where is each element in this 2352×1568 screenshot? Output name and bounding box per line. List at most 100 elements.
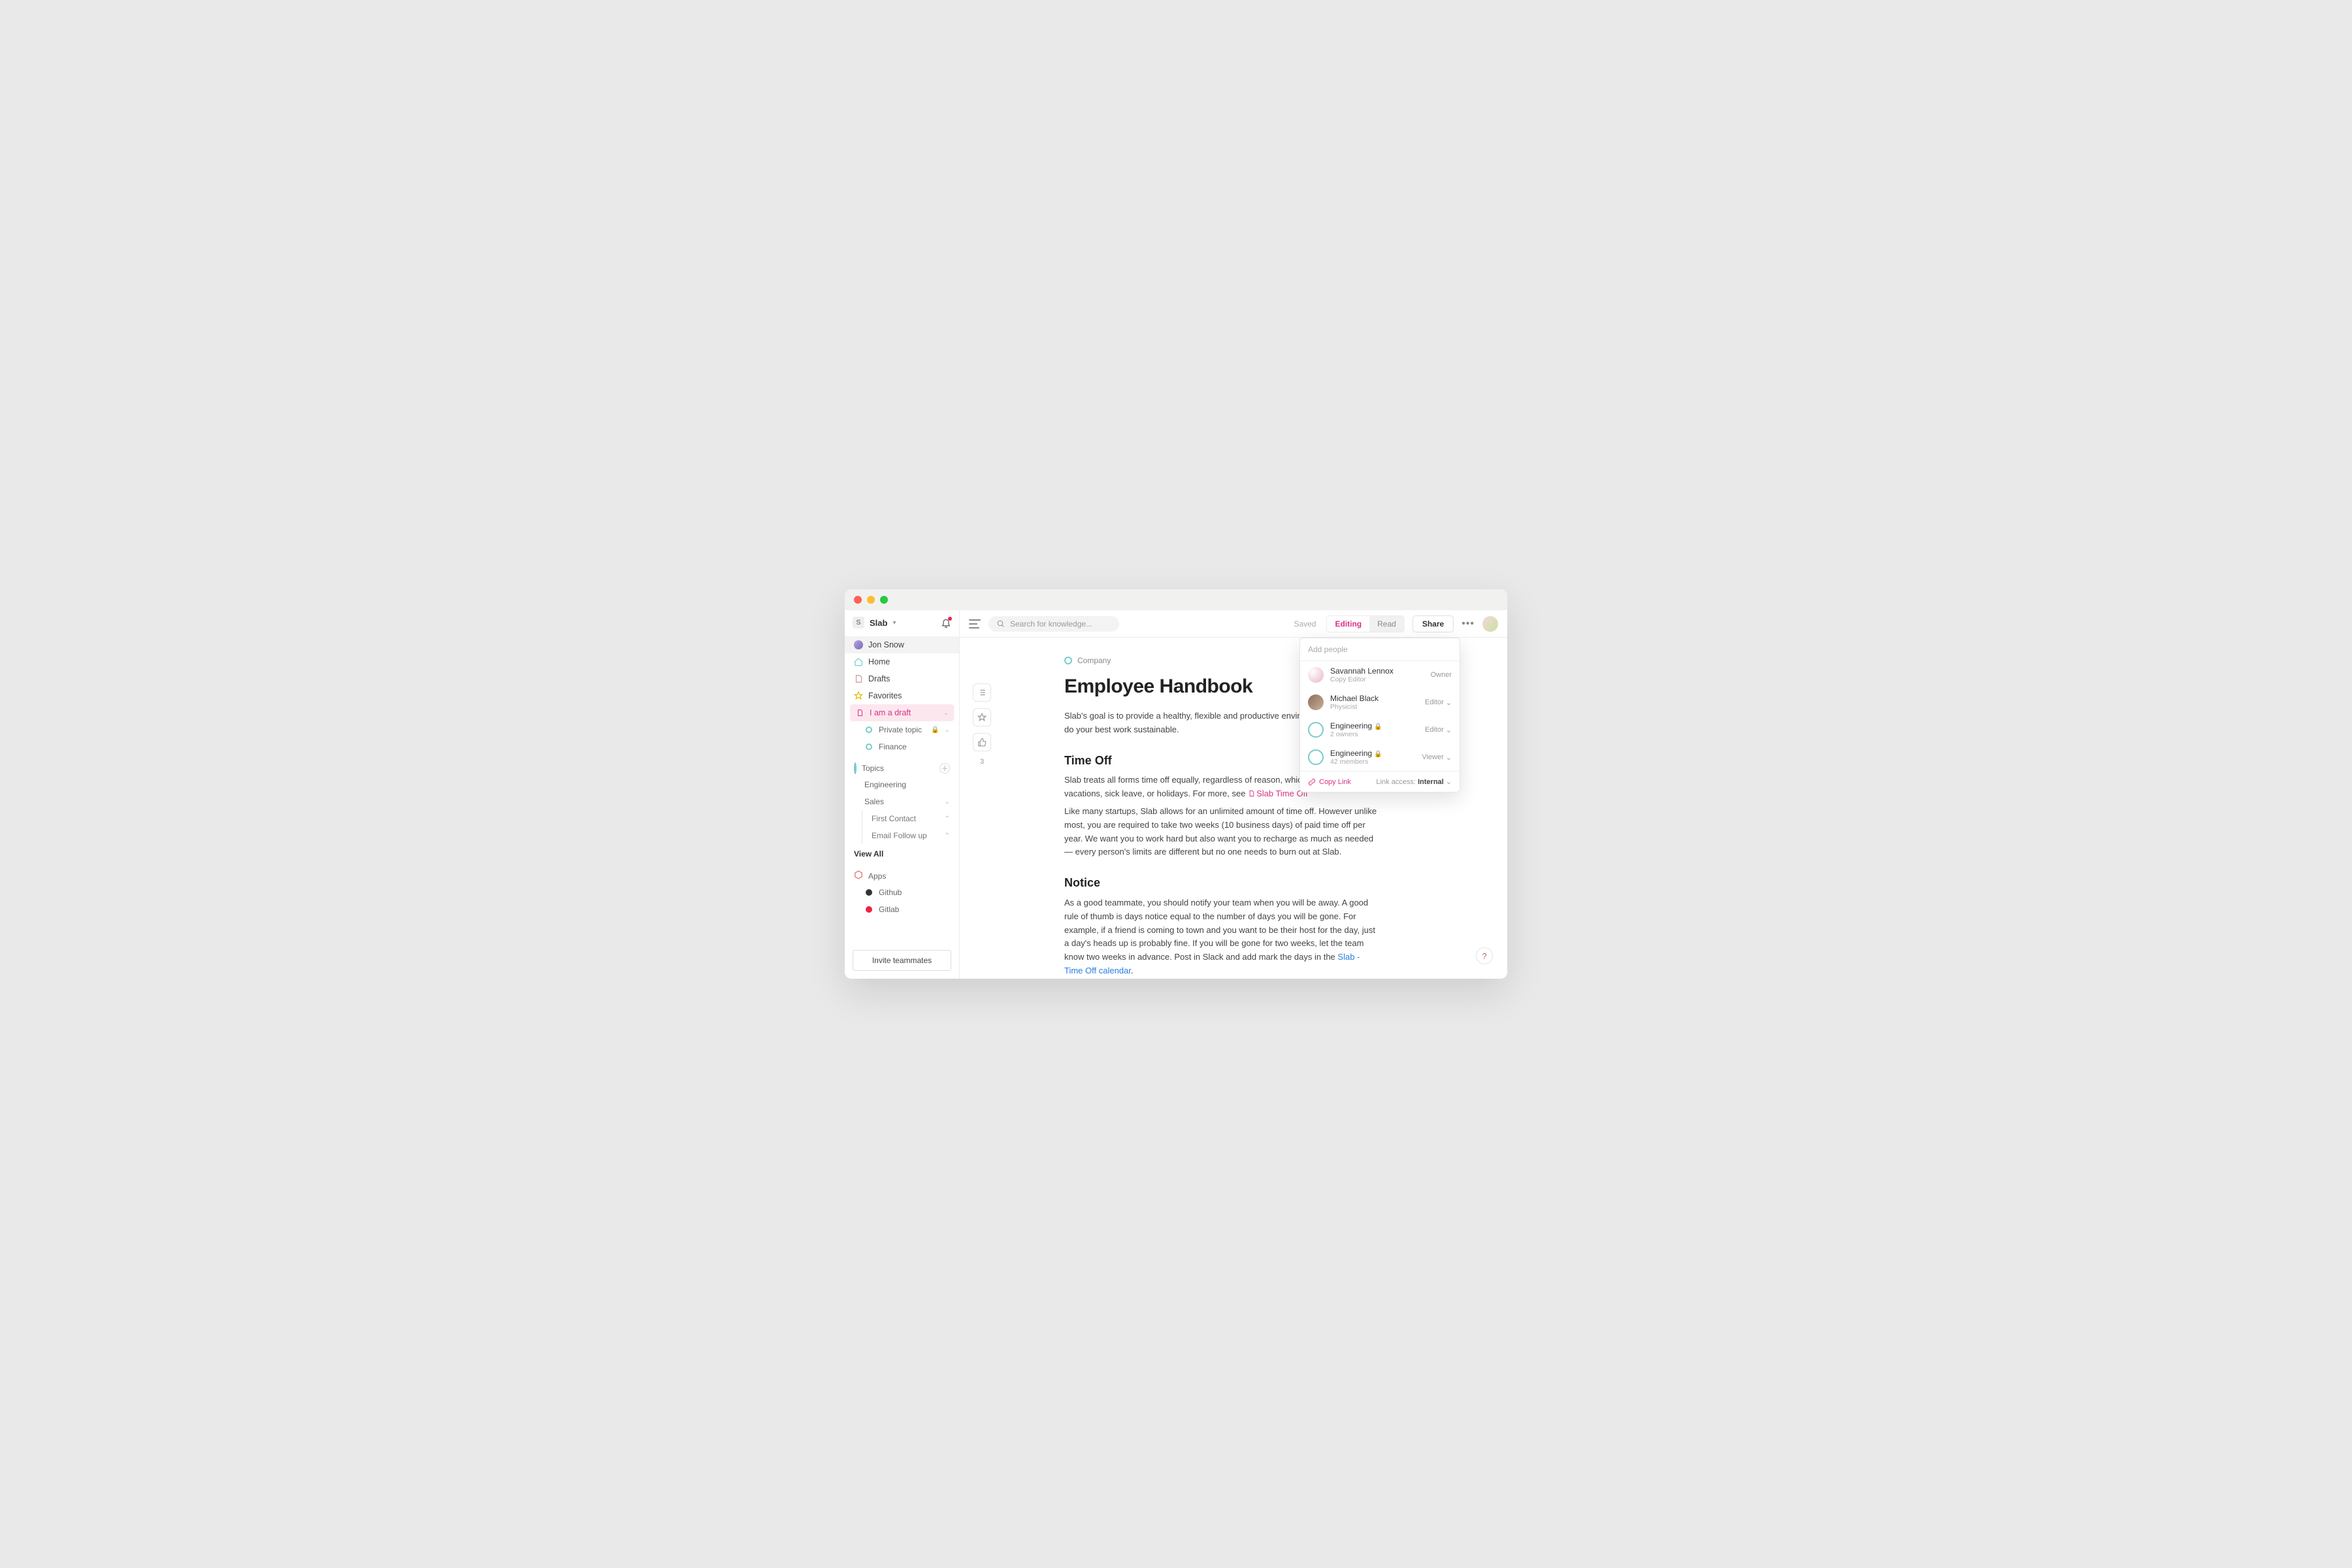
chevron-down-icon[interactable]: ⌄	[945, 727, 950, 734]
sidebar-heading-topics: Topics ＋	[845, 757, 959, 776]
sidebar-app-gitlab[interactable]: Gitlab	[845, 901, 959, 918]
avatar-icon	[1308, 694, 1324, 710]
share-row-person[interactable]: Savannah Lennox Copy Editor Owner	[1300, 661, 1460, 689]
like-button[interactable]	[973, 733, 991, 751]
share-role-dropdown[interactable]: Editor⌄	[1425, 726, 1452, 734]
sidebar-app-github[interactable]: Github	[845, 884, 959, 901]
chevron-down-icon[interactable]: ⌄	[945, 798, 950, 806]
home-icon	[854, 657, 863, 666]
add-topic-button[interactable]: ＋	[939, 763, 950, 774]
document-icon	[855, 708, 864, 717]
sidebar-item-home[interactable]: Home	[845, 653, 959, 670]
window-zoom-button[interactable]	[880, 596, 888, 604]
link-access-label: Link access:	[1376, 778, 1416, 786]
chevron-down-icon: ▾	[892, 619, 896, 627]
help-button[interactable]: ?	[1476, 947, 1493, 964]
workspace-name: Slab	[870, 618, 887, 628]
share-row-name: Engineering🔒	[1330, 749, 1415, 758]
document-icon	[1248, 790, 1255, 797]
window-minimize-button[interactable]	[867, 596, 875, 604]
invite-teammates-button[interactable]: Invite teammates	[853, 950, 951, 971]
heading-notice[interactable]: Notice	[1064, 874, 1378, 892]
share-role-dropdown[interactable]: Viewer⌄	[1422, 753, 1452, 762]
topic-ring-icon	[864, 742, 874, 751]
sidebar-topic-email-followup[interactable]: Email Follow up ⌃	[862, 827, 959, 844]
chevron-up-icon[interactable]: ⌃	[945, 832, 950, 840]
inline-doc-link[interactable]: Slab Time Off	[1248, 789, 1308, 798]
chevron-down-icon: ⌄	[1446, 778, 1452, 786]
github-icon	[864, 888, 874, 897]
current-user-avatar[interactable]	[1482, 616, 1498, 632]
add-people-input[interactable]: Add people	[1300, 638, 1460, 661]
favorite-button[interactable]	[973, 708, 991, 727]
chevron-down-icon: ⌄	[1446, 753, 1452, 762]
copy-link-button[interactable]: Copy Link	[1308, 778, 1351, 786]
notifications-button[interactable]	[941, 617, 951, 628]
main-area: Search for knowledge... Saved Editing Re…	[960, 610, 1507, 979]
apps-icon	[854, 870, 863, 881]
window-close-button[interactable]	[854, 596, 862, 604]
sidebar-item-label: Home	[868, 657, 950, 666]
sidebar-item-label: Favorites	[868, 691, 950, 700]
share-row-role: Owner	[1431, 671, 1452, 679]
sidebar-item-drafts[interactable]: Drafts	[845, 670, 959, 687]
sidebar-toggle-button[interactable]	[969, 619, 981, 629]
group-ring-icon	[1308, 722, 1324, 738]
link-access-value: Internal	[1418, 778, 1444, 786]
sidebar-fav-private[interactable]: Private topic 🔒 ⌄	[845, 721, 959, 738]
avatar-icon	[854, 640, 863, 649]
doc-paragraph[interactable]: Like many startups, Slab allows for an u…	[1064, 805, 1378, 859]
sidebar-item-favorites[interactable]: Favorites	[845, 687, 959, 704]
chevron-down-icon: ⌄	[1446, 698, 1452, 707]
search-placeholder: Search for knowledge...	[1010, 619, 1092, 629]
share-row-subtitle: Copy Editor	[1330, 676, 1424, 683]
lock-icon: 🔒	[1374, 723, 1382, 730]
mode-read-tab[interactable]: Read	[1369, 616, 1404, 632]
avatar-icon	[1308, 667, 1324, 683]
sidebar: S Slab ▾ Jon Snow	[845, 610, 960, 979]
share-row-name: Michael Black	[1330, 694, 1418, 703]
sidebar-item-label: Engineering	[864, 780, 950, 789]
sidebar-item-label: Gitlab	[879, 905, 950, 914]
sidebar-fav-draft[interactable]: I am a draft ⌄	[850, 704, 954, 721]
share-row-person[interactable]: Michael Black Physicist Editor⌄	[1300, 689, 1460, 716]
link-access-dropdown[interactable]: Link access: Internal ⌄	[1376, 777, 1452, 786]
add-people-placeholder: Add people	[1308, 645, 1348, 654]
sidebar-item-label: Finance	[879, 742, 950, 751]
sidebar-topic-engineering[interactable]: Engineering	[845, 776, 959, 793]
link-icon	[1308, 778, 1316, 786]
saved-status: Saved	[1294, 619, 1316, 629]
share-button[interactable]: Share	[1413, 615, 1454, 632]
share-row-name: Engineering🔒	[1330, 721, 1418, 730]
share-row-group[interactable]: Engineering🔒 2 owners Editor⌄	[1300, 716, 1460, 743]
drafts-icon	[854, 674, 863, 683]
mode-editing-tab[interactable]: Editing	[1327, 616, 1369, 632]
share-row-group[interactable]: Engineering🔒 42 members Viewer⌄	[1300, 743, 1460, 771]
notification-dot-icon	[948, 617, 952, 621]
share-row-subtitle: 42 members	[1330, 758, 1415, 766]
topic-ring-icon	[854, 764, 857, 773]
topic-ring-icon	[864, 725, 874, 734]
like-count: 3	[980, 758, 984, 766]
sidebar-item-user[interactable]: Jon Snow	[845, 636, 959, 653]
gitlab-icon	[864, 905, 874, 914]
outline-button[interactable]	[973, 683, 991, 702]
sidebar-view-all[interactable]: View All	[845, 844, 959, 864]
share-role-dropdown[interactable]: Editor⌄	[1425, 698, 1452, 707]
more-menu-button[interactable]: •••	[1462, 619, 1475, 629]
sidebar-topic-sales[interactable]: Sales ⌄	[845, 793, 959, 810]
share-row-subtitle: Physicist	[1330, 703, 1418, 711]
sidebar-user-label: Jon Snow	[868, 640, 950, 649]
workspace-switcher[interactable]: S Slab ▾	[845, 610, 959, 635]
chevron-down-icon[interactable]: ⌄	[943, 710, 949, 717]
sidebar-item-label: Drafts	[868, 674, 950, 683]
chevron-up-icon[interactable]: ⌃	[945, 815, 950, 823]
search-input[interactable]: Search for knowledge...	[988, 616, 1119, 632]
sidebar-item-label: Email Follow up	[872, 831, 939, 840]
sidebar-item-label: Sales	[864, 797, 939, 806]
sidebar-topic-first-contact[interactable]: First Contact ⌃	[862, 810, 959, 827]
doc-paragraph[interactable]: As a good teammate, you should notify yo…	[1064, 896, 1378, 978]
sidebar-fav-finance[interactable]: Finance	[845, 738, 959, 755]
sidebar-heading-label: Topics	[862, 764, 884, 773]
sidebar-item-label: Github	[879, 888, 950, 897]
